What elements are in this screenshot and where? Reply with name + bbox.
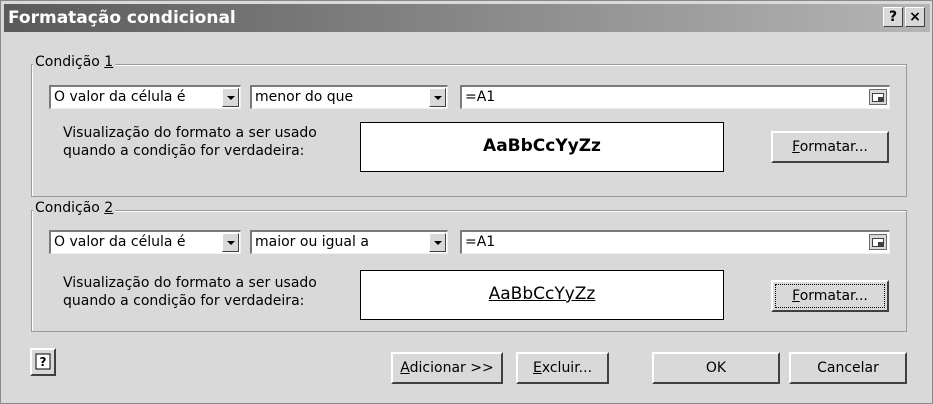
condition-1-preview-box: AaBbCcYyZz xyxy=(360,122,724,172)
conditional-formatting-dialog: Formatação condicional ? × Condição 1 O … xyxy=(0,0,933,404)
ok-button[interactable]: OK xyxy=(652,352,780,384)
help-icon-button[interactable]: ? xyxy=(30,348,56,376)
close-button[interactable]: × xyxy=(905,7,925,27)
help-button[interactable]: ? xyxy=(883,7,903,27)
help-question-icon: ? xyxy=(35,353,51,370)
collapse-dialog-button[interactable] xyxy=(869,89,887,105)
collapse-dialog-button[interactable] xyxy=(869,234,887,250)
condition-1-formula-input[interactable]: =A1 xyxy=(460,85,890,109)
condition-1-type-select[interactable]: O valor da célula é xyxy=(49,85,241,109)
condition-2-operator-select[interactable]: maior ou igual a xyxy=(250,230,448,254)
condition-2-type-select[interactable]: O valor da célula é xyxy=(49,230,241,254)
condition-1-legend: Condição 1 xyxy=(33,54,116,70)
svg-text:?: ? xyxy=(40,355,47,369)
chevron-down-icon xyxy=(227,96,235,100)
chevron-down-icon xyxy=(434,241,442,245)
chevron-down-icon xyxy=(434,96,442,100)
condition-2-format-button[interactable]: Formatar... xyxy=(771,280,889,312)
cancel-button[interactable]: Cancelar xyxy=(789,352,907,384)
condition-1-format-button[interactable]: Formatar... xyxy=(771,131,889,163)
condition-1-preview-label: Visualização do formato a ser usado quan… xyxy=(63,125,317,159)
add-condition-button[interactable]: Adicionar >> xyxy=(391,352,503,384)
delete-condition-button[interactable]: Excluir... xyxy=(516,352,609,384)
chevron-down-icon xyxy=(227,241,235,245)
dropdown-button[interactable] xyxy=(429,233,446,252)
condition-1-operator-select[interactable]: menor do que xyxy=(250,85,448,109)
title-bar[interactable]: Formatação condicional ? × xyxy=(4,4,930,32)
condition-2-preview-text: AaBbCcYyZz xyxy=(488,284,596,304)
dropdown-button[interactable] xyxy=(222,88,239,107)
dialog-title: Formatação condicional xyxy=(8,8,236,28)
condition-2-formula-input[interactable]: =A1 xyxy=(460,230,890,254)
condition-1-preview-text: AaBbCcYyZz xyxy=(483,136,601,156)
condition-2-preview-label: Visualização do formato a ser usado quan… xyxy=(63,275,317,309)
condition-2-preview-box: AaBbCcYyZz xyxy=(360,270,724,320)
condition-2-legend: Condição 2 xyxy=(33,200,116,216)
dropdown-button[interactable] xyxy=(222,233,239,252)
dropdown-button[interactable] xyxy=(429,88,446,107)
